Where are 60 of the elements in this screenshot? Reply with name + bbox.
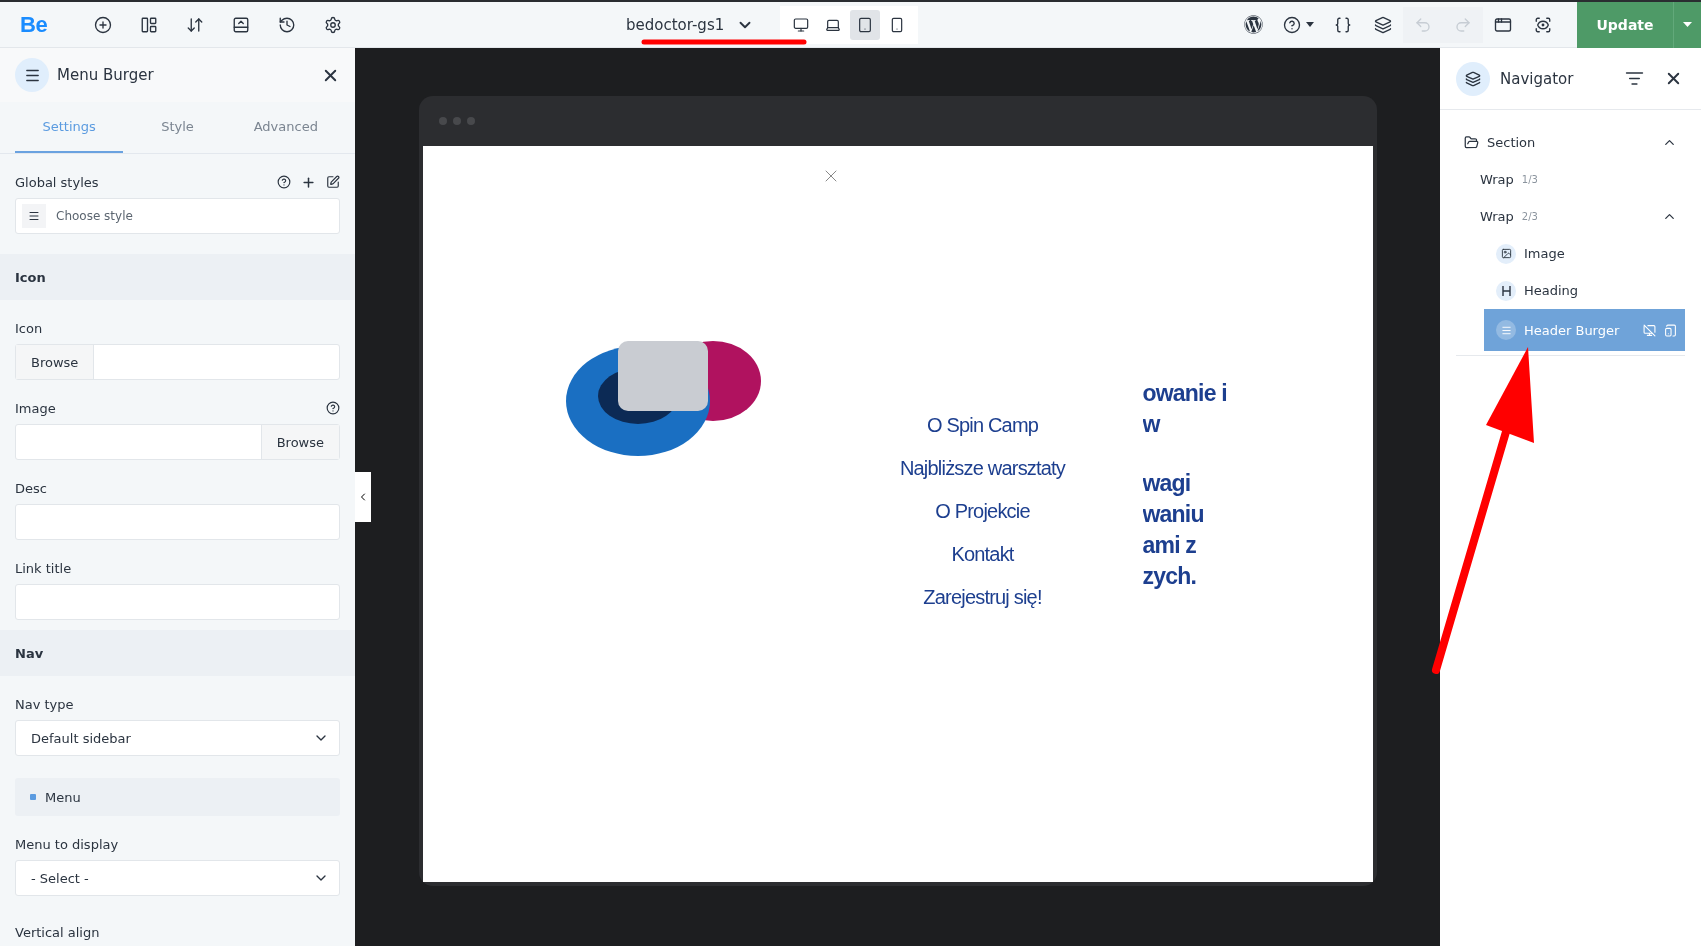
heading-text: owanie i [1142,379,1228,408]
menu-link[interactable]: O Spin Camp [926,414,1039,437]
navigator-item[interactable]: Section [1456,124,1685,161]
field-label: Global styles [15,174,99,190]
settings-group-header[interactable]: Nav [0,630,355,676]
hidden-desktop-icon[interactable] [1643,323,1656,337]
tab[interactable]: Style [123,102,232,153]
file-field[interactable]: Browse [15,424,340,460]
panel-title: Menu Burger [57,66,155,84]
navigator-item[interactable]: Heading [1456,272,1685,309]
edit-icon[interactable] [326,175,340,189]
collapse-handle[interactable] [355,472,371,522]
file-field[interactable]: Browse [15,344,340,380]
folder-icon [1464,135,1479,150]
field-label: Icon [15,320,43,336]
tab[interactable]: Advanced [231,102,340,153]
list-filter-icon[interactable] [1625,69,1644,88]
field-label: Menu to display [15,836,119,852]
menu-link[interactable]: Zarejestruj się! [923,586,1042,609]
image-icon [1496,243,1516,264]
heading-text: ami z [1142,531,1198,560]
menu-icon [15,58,49,92]
template-selector[interactable]: bedoctor-gs1 [626,15,755,34]
select-field[interactable]: - Select - [15,860,340,896]
navigator-item[interactable]: Image [1456,235,1685,272]
heading-text: w [1142,410,1162,439]
field-label: Desc [15,480,47,496]
heading-icon [1496,280,1516,301]
browse-button[interactable]: Browse [16,345,95,379]
item-count: 2/3 [1521,211,1538,222]
select-field[interactable]: Default sidebar [15,720,340,756]
heading-text: zych. [1142,562,1198,591]
hidden-tablet-icon[interactable] [1664,323,1677,337]
field-label: Image [15,400,56,416]
help-icon[interactable] [326,401,340,415]
navigator-item[interactable]: Wrap 1/3 [1456,161,1685,198]
tablet-icon[interactable] [850,9,881,40]
navigator-item[interactable]: Wrap 2/3 [1456,198,1685,235]
item-count: 1/3 [1521,174,1538,185]
heading-text: wagi [1142,469,1192,498]
input-field[interactable] [15,504,340,540]
field-label: Vertical align [15,924,100,940]
input-field[interactable] [15,584,340,620]
menu-link[interactable]: Najbliższe warsztaty [899,457,1066,480]
heading-text: waniu [1142,500,1205,529]
field-label: Nav type [15,696,74,712]
style-select-field[interactable]: Choose style [15,198,340,234]
list-icon [22,204,46,228]
browse-button[interactable]: Browse [260,425,339,459]
field-label: Link title [15,560,72,576]
layers-icon [1456,61,1490,96]
help-icon[interactable] [277,175,291,189]
panel-title: Navigator [1500,69,1575,88]
settings-group-header[interactable]: Icon [0,254,355,300]
menu-link[interactable]: O Projekcie [935,500,1030,523]
menu-link[interactable]: Kontakt [951,543,1014,566]
add-icon[interactable] [301,174,316,190]
group-header[interactable]: Menu [15,778,340,816]
menu-icon [1496,320,1516,340]
window-dots-icon [438,117,475,125]
